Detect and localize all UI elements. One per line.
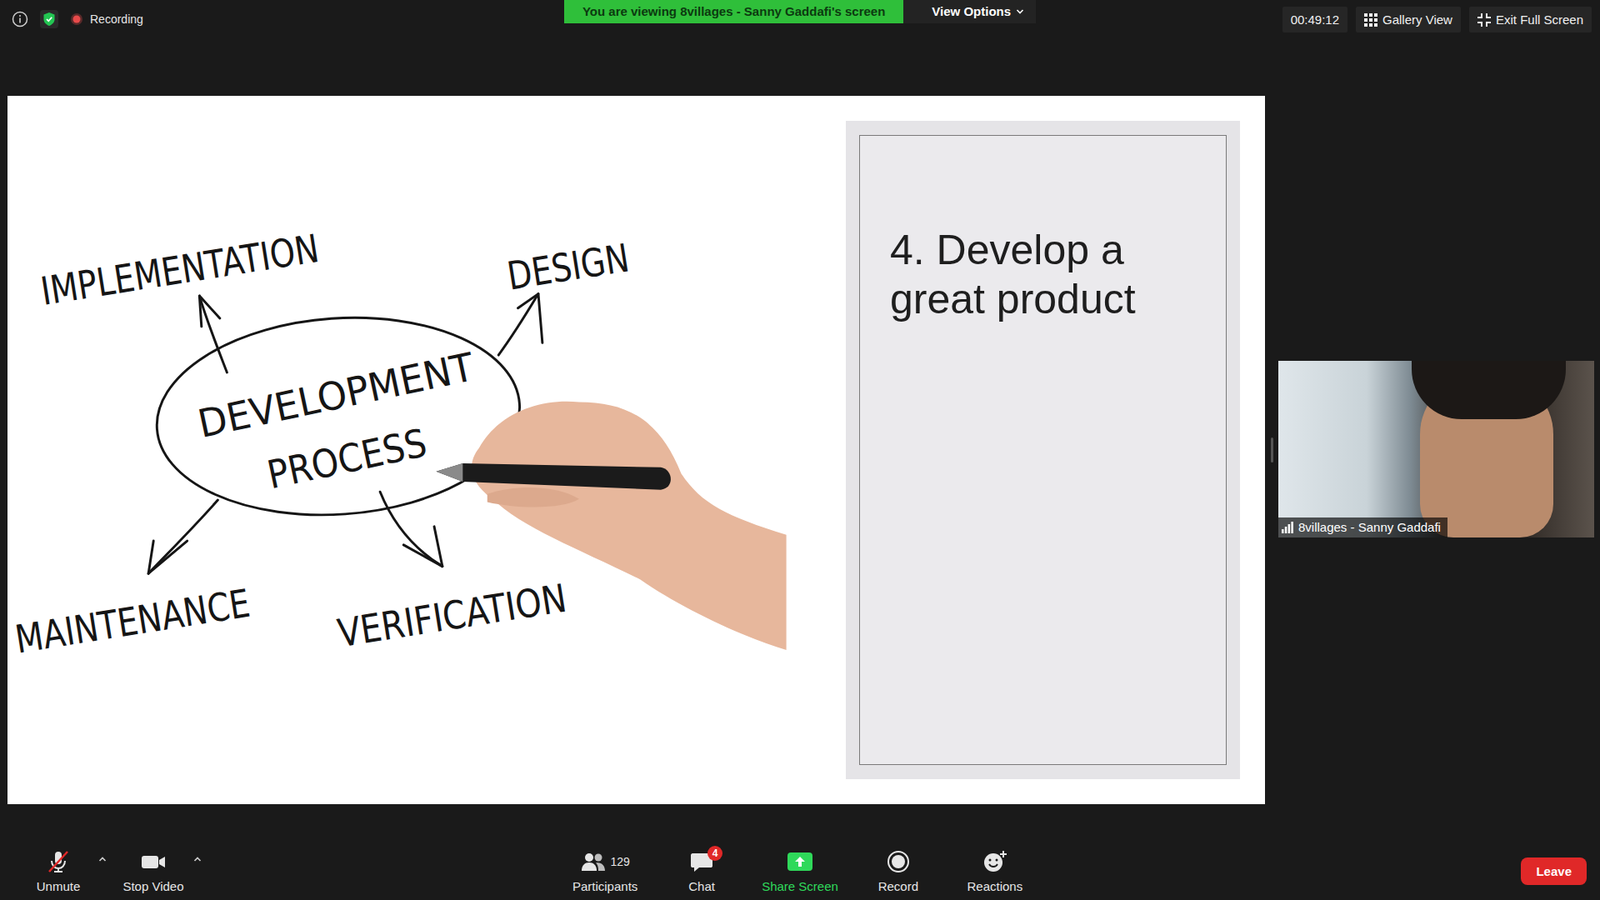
diagram-center-text: PROCESS bbox=[263, 420, 431, 498]
diagram-stroke bbox=[403, 526, 443, 567]
video-name-tag: 8villages - Sanny Gaddafi bbox=[1278, 517, 1448, 538]
camera-icon bbox=[140, 849, 167, 875]
slide-title: 4. Develop a great product bbox=[890, 225, 1199, 325]
viewing-banner: You are viewing 8villages - Sanny Gaddaf… bbox=[564, 0, 904, 24]
diagram-label: MAINTENANCE bbox=[12, 580, 254, 663]
participants-icon bbox=[580, 850, 607, 873]
toolbar-group: Unmute bbox=[18, 849, 107, 894]
hand-image bbox=[471, 401, 787, 650]
participants-button[interactable]: 129 Participants bbox=[565, 849, 645, 894]
chevron-up-icon[interactable] bbox=[98, 855, 107, 863]
slide-text-panel: 4. Develop a great product bbox=[845, 120, 1240, 780]
gallery-view-label: Gallery View bbox=[1382, 12, 1453, 27]
reactions-button[interactable]: Reactions bbox=[955, 849, 1035, 894]
exit-full-screen-button[interactable]: Exit Full Screen bbox=[1469, 6, 1592, 33]
marker-pen-image bbox=[435, 463, 670, 490]
gallery-view-button[interactable]: Gallery View bbox=[1355, 6, 1461, 33]
camera-button[interactable]: Stop Video bbox=[113, 849, 194, 894]
meeting-toolbar: Unmute Stop Video 129 Participants 4 Chat Shar… bbox=[0, 841, 1600, 900]
toolbar-right: Leave bbox=[1035, 857, 1600, 885]
marker-tip-image bbox=[435, 463, 463, 482]
exit-fullscreen-icon bbox=[1477, 13, 1491, 27]
view-options-label: View Options bbox=[931, 4, 1011, 19]
tool-label: Stop Video bbox=[122, 879, 184, 894]
tool-icon-box bbox=[886, 849, 910, 875]
thumb-image bbox=[487, 487, 580, 508]
tool-icon-box bbox=[786, 849, 814, 875]
diagram-stroke bbox=[199, 295, 220, 327]
top-right-group: 00:49:12 Gallery View Exit Full Screen bbox=[1035, 0, 1600, 33]
tool-icon-box bbox=[140, 849, 167, 875]
tool-icon-box bbox=[45, 849, 71, 875]
recording-indicator: Recording bbox=[70, 12, 144, 26]
panel-splitter[interactable] bbox=[1265, 95, 1279, 805]
tool-label: Unmute bbox=[36, 879, 81, 894]
tool-label: Chat bbox=[688, 879, 715, 894]
mic-icon bbox=[45, 849, 71, 875]
view-options-button[interactable]: View Options bbox=[903, 0, 1036, 24]
diagram-label: IMPLEMENTATION bbox=[37, 225, 322, 315]
tool-label: Share Screen bbox=[761, 879, 839, 894]
participant-name: 8villages - Sanny Gaddafi bbox=[1298, 520, 1441, 535]
security-shield-icon[interactable] bbox=[40, 10, 59, 29]
leave-button[interactable]: Leave bbox=[1520, 857, 1587, 885]
chevron-up-icon[interactable] bbox=[193, 855, 202, 863]
share-icon bbox=[786, 850, 814, 873]
shared-slide: IMPLEMENTATION DESIGN MAINTENANCE VERIFICAT… bbox=[7, 95, 1265, 805]
shared-screen-area: IMPLEMENTATION DESIGN MAINTENANCE VERIFICAT… bbox=[0, 40, 1600, 842]
diagram-stroke bbox=[498, 294, 539, 355]
share-button[interactable]: Share Screen bbox=[758, 849, 842, 894]
recording-dot-icon bbox=[70, 12, 84, 26]
chat-button[interactable]: 4 Chat bbox=[661, 849, 742, 894]
tool-icon-box bbox=[981, 849, 1009, 875]
toolbar-left: Unmute Stop Video bbox=[0, 849, 565, 894]
tool-label: Participants bbox=[572, 879, 638, 894]
top-bar: Recording You are viewing 8villages - San… bbox=[0, 0, 1600, 40]
top-left-group: Recording bbox=[0, 0, 565, 29]
signal-icon bbox=[1281, 521, 1294, 534]
diagram-stroke bbox=[517, 294, 542, 344]
process-ellipse bbox=[150, 305, 526, 527]
exit-full-screen-label: Exit Full Screen bbox=[1495, 12, 1584, 27]
tool-label: Record bbox=[878, 879, 919, 894]
meeting-timer: 00:49:12 bbox=[1282, 6, 1348, 33]
diagram-stroke bbox=[380, 491, 443, 566]
mic-button[interactable]: Unmute bbox=[18, 849, 99, 894]
tool-icon-box: 4 bbox=[689, 849, 715, 875]
diagram-stroke bbox=[148, 540, 188, 574]
chevron-down-icon bbox=[1015, 8, 1025, 15]
toolbar-group: Stop Video bbox=[113, 849, 202, 894]
video-frame-shape bbox=[1411, 360, 1566, 420]
slide-text-box: 4. Develop a great product bbox=[859, 135, 1227, 765]
diagram-label: VERIFICATION bbox=[335, 575, 570, 657]
record-icon bbox=[886, 850, 910, 874]
reactions-icon bbox=[981, 849, 1009, 875]
viewing-bar: You are viewing 8villages - Sanny Gaddaf… bbox=[564, 0, 1036, 24]
diagram-label: DESIGN bbox=[504, 235, 633, 299]
diagram-center-text: DEVELOPMENT bbox=[194, 344, 479, 447]
grid-icon bbox=[1364, 13, 1378, 27]
toolbar-center: 129 Participants 4 Chat Share Screen Record Re… bbox=[565, 849, 1035, 894]
info-icon[interactable] bbox=[11, 10, 29, 28]
participant-video: 8villages - Sanny Gaddafi bbox=[1278, 360, 1595, 538]
recording-label: Recording bbox=[90, 12, 144, 26]
tool-icon-box: 129 bbox=[580, 849, 630, 875]
tool-label: Reactions bbox=[967, 879, 1024, 894]
record-button[interactable]: Record bbox=[858, 849, 939, 894]
chat-badge: 4 bbox=[707, 845, 723, 861]
development-process-diagram: IMPLEMENTATION DESIGN MAINTENANCE VERIFICAT… bbox=[7, 95, 825, 805]
diagram-stroke bbox=[199, 295, 227, 373]
splitter-handle[interactable] bbox=[1270, 437, 1274, 463]
diagram-stroke bbox=[148, 500, 218, 574]
participant-count: 129 bbox=[610, 855, 630, 869]
